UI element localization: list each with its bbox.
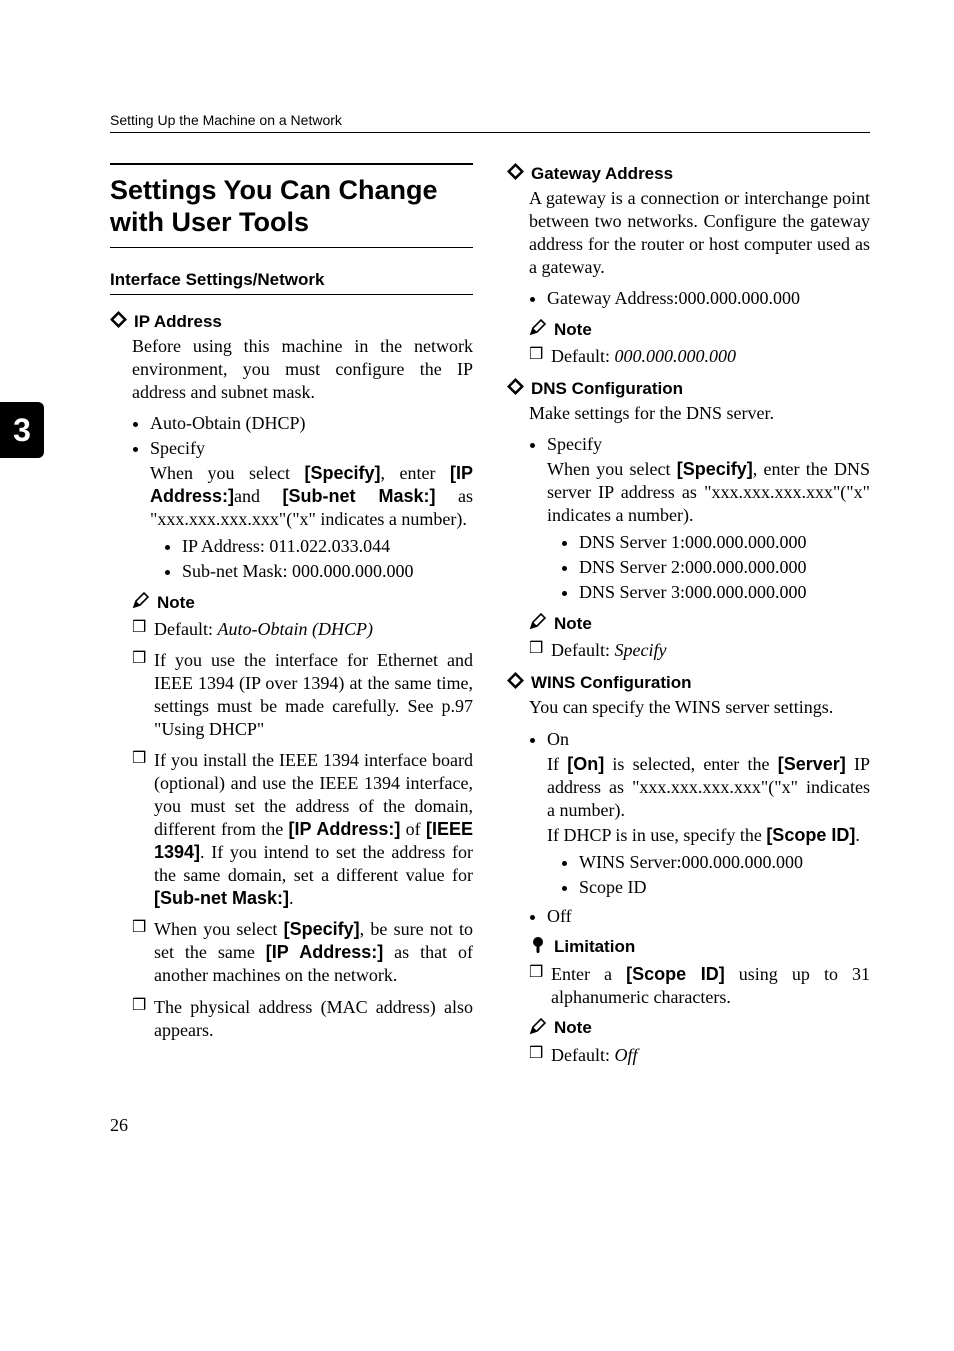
- ip-s2: Sub-net Mask: 000.000.000.000: [182, 560, 473, 583]
- dns-b1: Specify When you select [Specify], enter…: [547, 433, 870, 604]
- ip-head: IP Address: [134, 312, 222, 332]
- t: Auto-Obtain (DHCP): [217, 619, 372, 639]
- ip-nb2: If you use the interface for Ethernet an…: [132, 649, 473, 741]
- dns-s3: DNS Server 3:000.000.000.000: [579, 581, 870, 604]
- t: [IP Address:]: [289, 819, 401, 839]
- ip-b2: Specify When you select [Specify], enter…: [150, 437, 473, 583]
- t: [Server]: [778, 754, 846, 774]
- ip-nb4: When you select [Specify], be sure not t…: [132, 918, 473, 987]
- ip-intro: Before using this machine in the network…: [132, 335, 473, 404]
- t: of: [400, 819, 426, 839]
- left-column: Settings You Can Change with User Tools …: [110, 163, 473, 1075]
- note-label: Note: [554, 1018, 592, 1038]
- t: [Scope ID]: [766, 825, 855, 845]
- t: is selected, enter the: [604, 754, 778, 774]
- running-head: Setting Up the Machine on a Network: [110, 112, 870, 133]
- dns-head: DNS Configuration: [531, 379, 683, 399]
- t: [Scope ID]: [626, 964, 725, 984]
- dns-s2: DNS Server 2:000.000.000.000: [579, 556, 870, 579]
- wins-head: WINS Configuration: [531, 673, 692, 693]
- t: . If you intend to set the address for t…: [154, 842, 473, 885]
- t: When you select: [547, 459, 677, 479]
- subsection-interface: Interface Settings/Network: [110, 270, 473, 295]
- t: [On]: [567, 754, 604, 774]
- limitation-icon: [529, 936, 547, 959]
- wins-b2: Off: [547, 905, 870, 928]
- wins-s2: Scope ID: [579, 876, 870, 899]
- t: Off: [614, 1045, 637, 1065]
- dns-s1: DNS Server 1:000.000.000.000: [579, 531, 870, 554]
- t: If DHCP is in use, specify the: [547, 825, 766, 845]
- dns-b1-label: Specify: [547, 434, 602, 454]
- pencil-icon: [132, 591, 150, 614]
- diamond-icon: [507, 672, 524, 694]
- t: If: [547, 754, 567, 774]
- pencil-icon: [529, 318, 547, 341]
- wins-b1-label: On: [547, 729, 569, 749]
- ip-s1: IP Address: 011.022.033.044: [182, 535, 473, 558]
- t: .: [855, 825, 860, 845]
- ip-nb3: If you install the IEEE 1394 interface b…: [132, 749, 473, 910]
- t: [Sub-net Mask:]: [283, 486, 436, 506]
- t: [Specify]: [677, 459, 753, 479]
- t: [Sub-net Mask:]: [154, 888, 289, 908]
- diamond-icon: [110, 311, 127, 333]
- page-number: 26: [110, 1115, 870, 1136]
- ip-b1: Auto-Obtain (DHCP): [150, 412, 473, 435]
- gw-nb1: Default: 000.000.000.000: [529, 345, 870, 368]
- gw-head: Gateway Address: [531, 164, 673, 184]
- limitation-label: Limitation: [554, 937, 635, 957]
- gw-b1: Gateway Address:000.000.000.000: [547, 287, 870, 310]
- ip-b2-label: Specify: [150, 438, 205, 458]
- t: Default:: [551, 1045, 614, 1065]
- wins-intro: You can specify the WINS server settings…: [529, 696, 870, 719]
- wins-nb1: Default: Off: [529, 1044, 870, 1067]
- t: Specify: [614, 640, 666, 660]
- t: .: [289, 888, 294, 908]
- ip-nb5: The physical address (MAC address) also …: [132, 996, 473, 1042]
- wins-b1: On If [On] is selected, enter the [Serve…: [547, 728, 870, 899]
- note-label: Note: [554, 320, 592, 340]
- ip-nb1: Default: Auto-Obtain (DHCP): [132, 618, 473, 641]
- t: Default:: [551, 640, 614, 660]
- note-label: Note: [157, 593, 195, 613]
- wins-lb1: Enter a [Scope ID] using up to 31 alphan…: [529, 963, 870, 1009]
- chapter-tab: 3: [0, 402, 44, 458]
- right-column: Gateway Address A gateway is a connectio…: [507, 163, 870, 1075]
- t: When you select: [154, 919, 284, 939]
- t: , enter: [381, 463, 450, 483]
- wins-s1: WINS Server:000.000.000.000: [579, 851, 870, 874]
- t: Enter a: [551, 964, 626, 984]
- diamond-icon: [507, 163, 524, 185]
- t: [IP Address:]: [266, 942, 383, 962]
- t: Default:: [154, 619, 217, 639]
- dns-nb1: Default: Specify: [529, 639, 870, 662]
- diamond-icon: [507, 378, 524, 400]
- pencil-icon: [529, 1017, 547, 1040]
- gw-intro: A gateway is a connection or interchange…: [529, 187, 870, 279]
- dns-intro: Make settings for the DNS server.: [529, 402, 870, 425]
- note-label: Note: [554, 614, 592, 634]
- t: 000.000.000.000: [614, 346, 736, 366]
- t: and: [234, 486, 282, 506]
- t: [Specify]: [304, 463, 380, 483]
- t: Default:: [551, 346, 614, 366]
- section-title: Settings You Can Change with User Tools: [110, 163, 473, 248]
- pencil-icon: [529, 612, 547, 635]
- t: When you select: [150, 463, 304, 483]
- t: [Specify]: [284, 919, 360, 939]
